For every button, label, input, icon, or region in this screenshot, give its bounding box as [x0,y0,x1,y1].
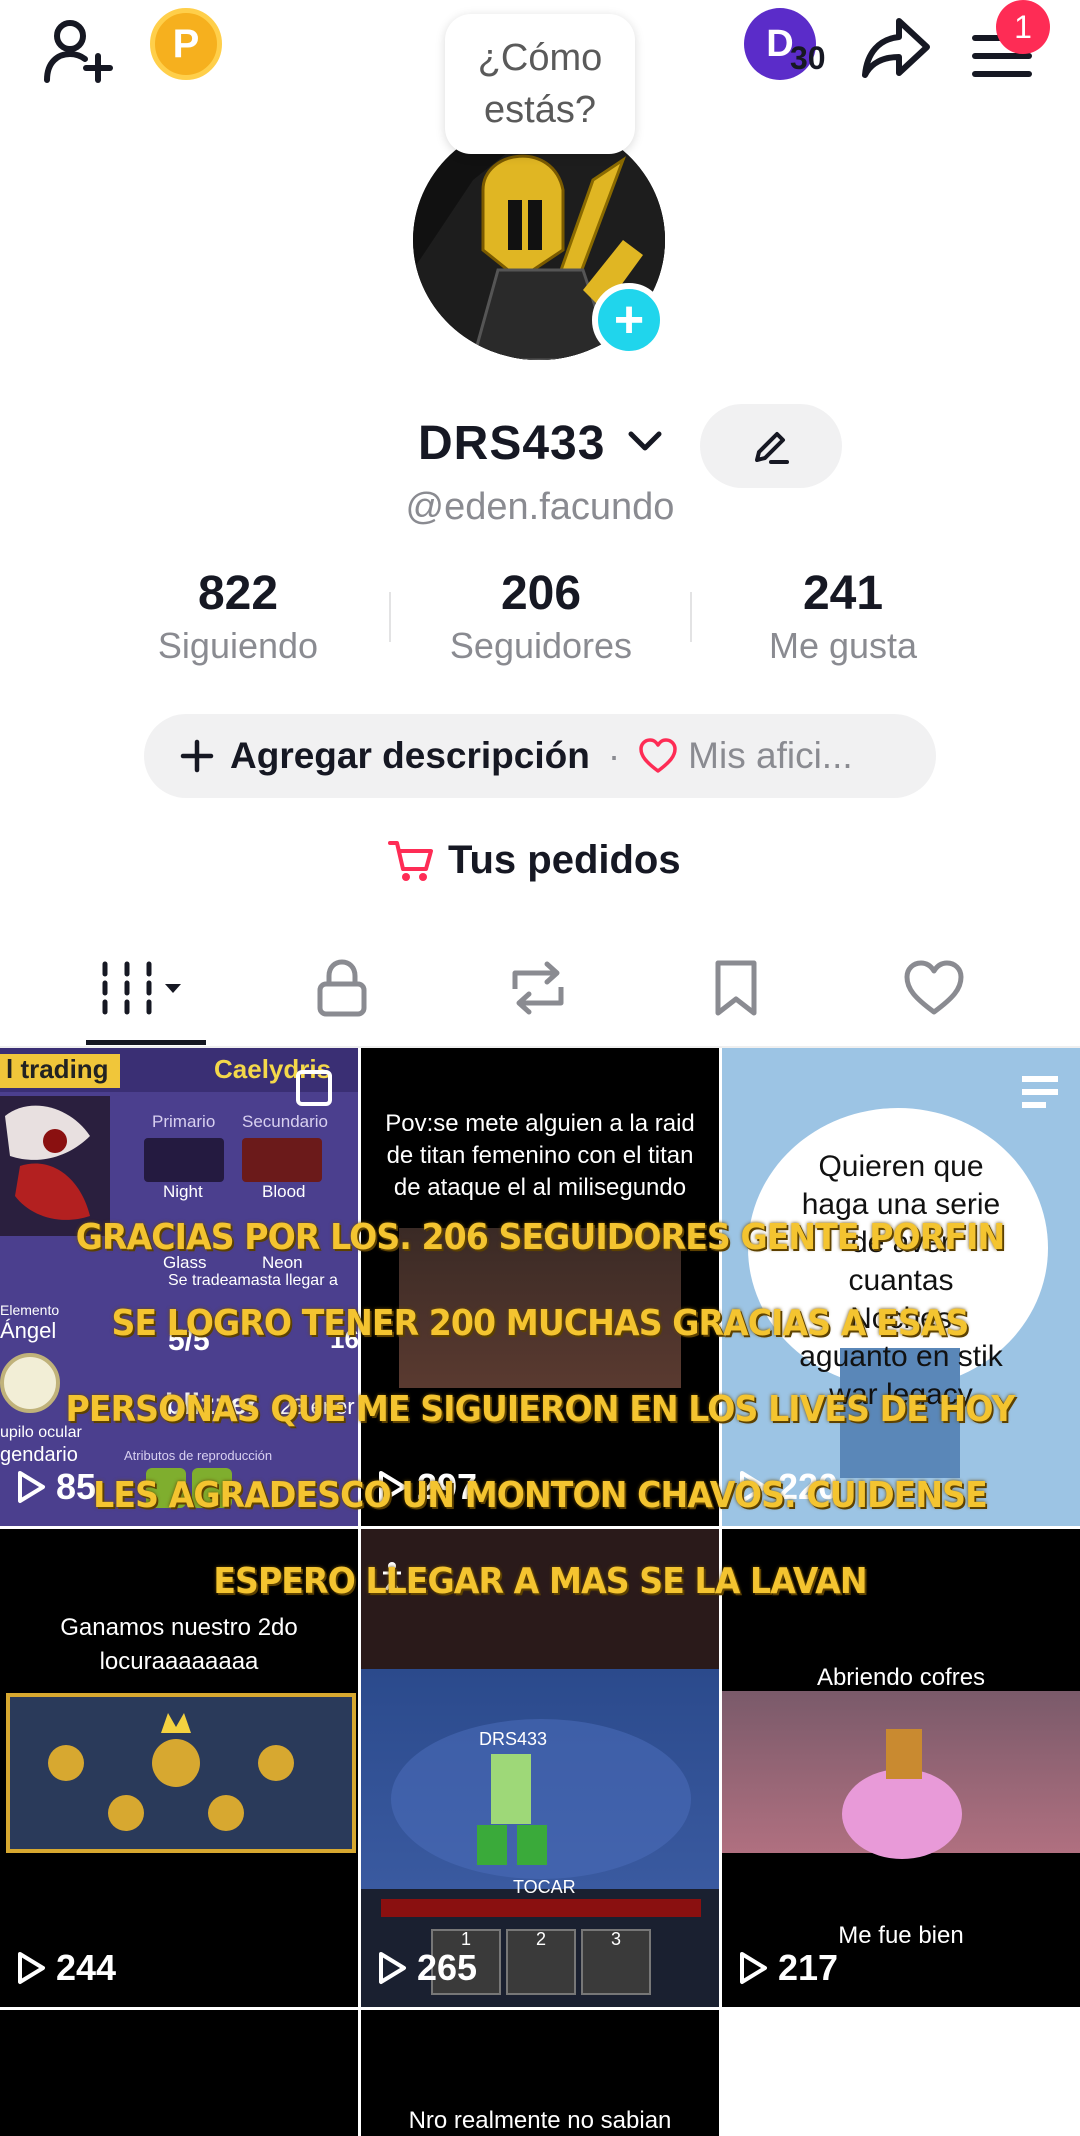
tile-label: l trading [0,1054,120,1088]
tile-label: Elemento [0,1302,60,1318]
creator-badge-count: 30 [790,40,826,76]
divider [690,592,692,642]
heart-icon [904,960,964,1015]
cart-icon [388,840,433,881]
stat-value: 206 [500,567,582,620]
grid-bars-icon [102,961,181,1015]
play-icon [18,1471,45,1503]
bubble-text-line-2: estás? [484,89,596,131]
pencil-icon [755,432,789,464]
hobbies-label: Mis afici... [688,735,853,776]
player-name: DRS433 [479,1729,548,1749]
carousel-icon [1022,1076,1058,1108]
stat-likes[interactable]: 241 Me gusta [693,566,993,667]
heart-icon [639,738,677,773]
coin-button[interactable]: P [150,8,222,80]
tab-reposts[interactable] [478,950,598,1026]
view-count-value: 244 [56,1947,117,1988]
add-story-button[interactable]: + [592,283,666,357]
stat-following[interactable]: 822 Siguiendo [88,566,388,667]
tile-label: Ángel [0,1318,57,1343]
chevron-down-icon [628,431,662,451]
play-icon [18,1952,45,1984]
edit-profile-button[interactable] [700,404,842,488]
view-count: 217 [738,1947,838,1989]
view-count: 265 [377,1947,477,1989]
slot-number: 2 [536,1929,547,1949]
separator-dot: · [607,735,621,776]
status-bubble[interactable]: ¿Cómo estás? [445,14,635,154]
bubble-text-line-1: ¿Cómo [477,37,603,79]
add-user-icon [44,20,113,83]
active-tab-indicator [86,1040,206,1045]
multi-photo-icon [296,1070,332,1106]
orders-link[interactable]: Tus pedidos [388,838,681,883]
tile-label: Secundario [242,1112,329,1131]
content-tabs [0,950,1080,1040]
lock-icon [317,959,367,1017]
stat-label: Me gusta [768,625,918,666]
view-count: 244 [16,1947,116,1989]
tap-button-label: TOCAR [513,1877,576,1897]
plus-icon [180,739,214,773]
display-name[interactable]: DRS433 [418,416,605,471]
stat-followers[interactable]: 206 Seguidores [391,566,691,667]
tile-label: Primario [152,1112,216,1131]
repost-icon [512,961,564,1015]
play-icon [740,1952,767,1984]
account-switcher[interactable] [627,430,663,459]
slot-number: 3 [611,1929,622,1949]
tournament-bracket-icon [48,1713,294,1831]
caption-line: locuraaaaaaaa [99,1648,259,1675]
tab-liked[interactable] [874,950,994,1026]
description-pill[interactable]: Agregar descripción · Mis afici... [144,714,936,798]
video-tile-8[interactable]: Nro realmente no sabian [361,2010,719,2136]
tab-videos[interactable] [92,950,212,1026]
add-friend-button[interactable] [38,10,118,90]
stat-label: Seguidores [449,625,633,666]
video-tile-7[interactable] [0,2010,358,2136]
orders-label: Tus pedidos [448,838,681,882]
add-description-label: Agregar descripción [230,735,590,776]
tile-caption: Nro realmente no sabian [408,2107,672,2134]
caption-line: de titan femenino con el titan [386,1142,694,1169]
caption-line: Quieren que [818,1150,984,1183]
stat-value: 241 [802,567,884,620]
view-count-value: 265 [417,1947,478,1988]
overlay-caption: GRACIAS POR LOS. 206 SEGUIDORES GENTE PO… [65,1217,1016,1602]
tile-caption: Abriendo cofres [816,1664,986,1691]
play-icon [379,1952,406,1984]
username-handle: @eden.facundo [405,486,675,528]
bookmark-icon [715,960,757,1016]
notification-badge: 1 [996,0,1050,54]
share-button[interactable] [856,8,936,88]
tab-private[interactable] [282,950,402,1026]
share-icon [862,18,930,78]
caption-line: Pov:se mete alguien a la raid [385,1110,695,1137]
tile-caption: Pov:se mete alguien a la raid de titan f… [361,1108,719,1204]
stat-value: 822 [197,567,279,620]
stat-label: Siguiendo [157,625,319,666]
tab-favorites[interactable] [676,950,796,1026]
view-count-value: 217 [778,1947,839,1988]
